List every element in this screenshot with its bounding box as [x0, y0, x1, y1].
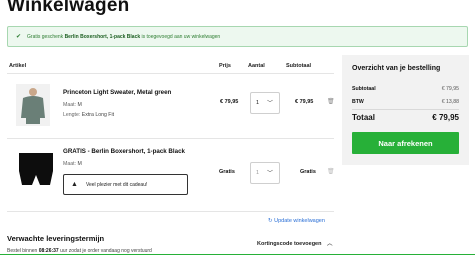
check-icon: ✔ [16, 34, 22, 40]
divider [7, 73, 334, 74]
item-subtotal: € 79,95 [295, 99, 314, 105]
coupon-label: Kortingscode toevoegen [257, 241, 322, 247]
coupon-toggle[interactable]: Kortingscode toevoegen ︿ [257, 239, 333, 247]
header-price: Prijs [219, 63, 231, 69]
notice-suffix: is toegevoegd aan uw winkelwagen [141, 33, 221, 40]
product-size: Maat: M [63, 102, 82, 108]
divider [7, 211, 334, 212]
gift-message-text: Veel plezier met dit cadeau! [85, 181, 148, 188]
size-value: M [77, 102, 82, 108]
quantity-select[interactable]: 1 ﹀ [250, 92, 280, 114]
chevron-up-icon: ︿ [327, 241, 333, 247]
header-article: Artikel [9, 63, 27, 69]
gift-message: ▲ Veel plezier met dit cadeau! [63, 174, 188, 195]
summary-total: Totaal € 79,95 [352, 113, 459, 122]
refresh-icon: ↻ [268, 218, 273, 224]
header-quantity: Aantal [248, 63, 265, 69]
chevron-down-icon: ﹀ [266, 171, 273, 177]
size-label: Maat: [63, 102, 76, 108]
length-label: Lengte: [63, 112, 81, 118]
trash-icon: 🗑 [327, 169, 335, 175]
summary-divider [352, 109, 459, 110]
update-cart-link[interactable]: ↻ Update winkelwagen [268, 218, 325, 224]
total-value: € 79,95 [432, 113, 459, 122]
order-summary: Overzicht van je bestelling Subtotaal € … [342, 55, 469, 165]
subtotal-label: Subtotaal [352, 86, 376, 92]
summary-subtotal: Subtotaal € 79,95 [352, 86, 459, 92]
warning-icon: ▲ [71, 181, 78, 188]
product-length: Lengte: Extra Long Fit [63, 112, 114, 118]
gift-notice: ✔ Gratis geschenk Berlin Boxershort, 1-p… [7, 26, 468, 47]
notice-product: Berlin Boxershort, 1-pack Black [64, 33, 141, 40]
header-subtotal: Subtotaal [286, 63, 312, 69]
page-title: Winkelwagen [7, 0, 130, 16]
divider [7, 138, 334, 139]
size-value: M [77, 161, 82, 167]
accent-bar [0, 254, 475, 255]
item-price: Gratis [219, 169, 235, 175]
update-cart-label: Update winkelwagen [274, 218, 325, 224]
product-image[interactable] [16, 84, 50, 126]
product-name[interactable]: GRATIS - Berlin Boxershort, 1-pack Black [63, 148, 185, 155]
item-subtotal: Gratis [300, 169, 316, 175]
size-label: Maat: [63, 161, 76, 167]
vat-value: € 13,88 [441, 99, 459, 105]
product-image[interactable] [16, 151, 56, 187]
product-name[interactable]: Princeton Light Sweater, Metal green [63, 89, 171, 96]
length-value: Extra Long Fit [81, 112, 115, 118]
quantity-value: 1 [256, 170, 260, 176]
summary-title: Overzicht van je bestelling [352, 65, 441, 72]
quantity-select: 1 ﹀ [250, 162, 280, 184]
chevron-down-icon: ﹀ [266, 101, 273, 107]
subtotal-value: € 79,95 [441, 86, 459, 92]
vat-label: BTW [352, 99, 364, 105]
notice-text: Gratis geschenk Berlin Boxershort, 1-pac… [27, 34, 220, 40]
trash-icon[interactable]: 🗑 [327, 98, 335, 105]
product-size: Maat: M [63, 161, 82, 167]
quantity-value: 1 [256, 100, 260, 106]
item-price: € 79,95 [220, 99, 239, 105]
checkout-button[interactable]: Naar afrekenen [352, 132, 459, 154]
delivery-title: Verwachte leveringstermijn [7, 234, 105, 243]
summary-vat: BTW € 13,88 [352, 99, 459, 105]
notice-prefix: Gratis geschenk [27, 33, 64, 40]
total-label: Totaal [352, 113, 375, 122]
